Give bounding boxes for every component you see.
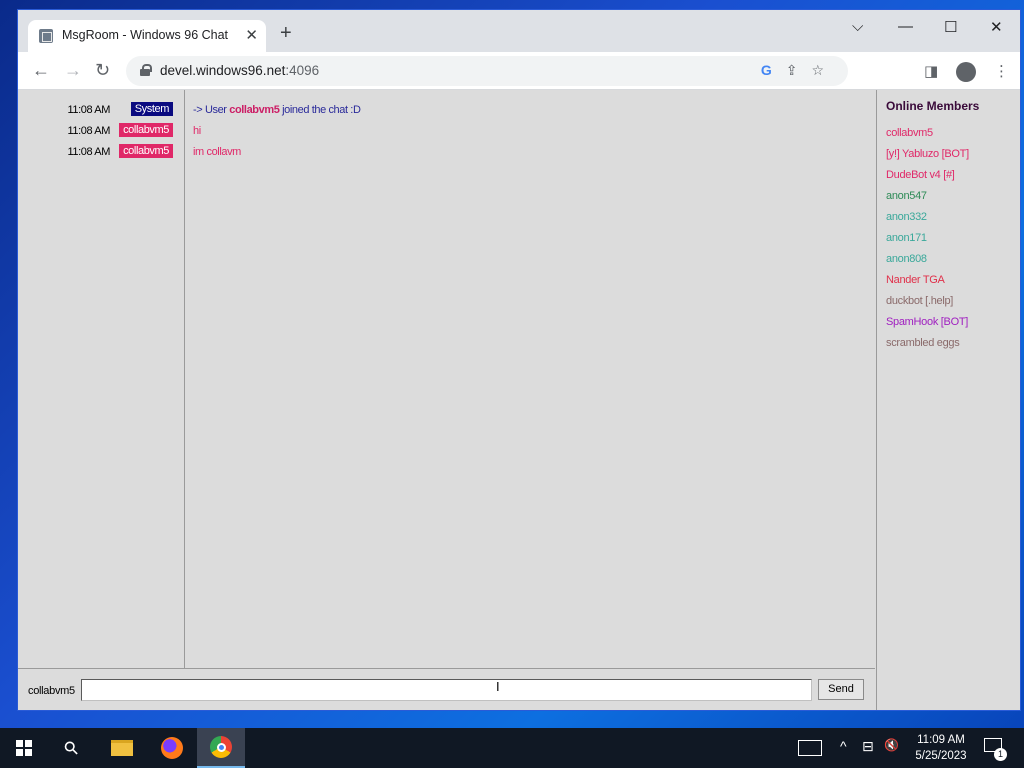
taskbar: ⚲ ^ ⊟ 🔇 11:09 AM 5/25/2023 1 [0, 728, 1024, 768]
member-item[interactable]: anon808 [886, 253, 927, 265]
message-row: 11:08 AM System -> User collabvm5 joined… [18, 100, 875, 121]
member-item[interactable]: [y!] Yabluzo [BOT] [886, 148, 969, 160]
share-icon[interactable]: ⇪ [786, 62, 812, 78]
profile-avatar[interactable] [956, 62, 976, 82]
new-tab-button[interactable]: + [280, 23, 292, 43]
windows-logo-icon [16, 740, 32, 756]
message-row: 11:08 AM collabvm5 im collavm [18, 142, 875, 163]
notification-badge: 1 [994, 748, 1007, 761]
google-lens-icon[interactable]: G [761, 62, 786, 78]
network-icon[interactable]: ⊟ [862, 738, 874, 755]
member-item[interactable]: scrambled eggs [886, 337, 960, 349]
member-item[interactable]: collabvm5 [886, 127, 933, 139]
site-favicon-icon [39, 29, 53, 43]
message-input-bar: collabvm5 Send I [18, 668, 875, 710]
browser-window: MsgRoom - Windows 96 Chat ✕ + ⌵ — ☐ ✕ ← … [18, 10, 1020, 710]
message-log-divider [184, 90, 185, 668]
side-panel-icon[interactable]: ◨ [924, 62, 938, 80]
omnibox-actions: G⇪☆ [761, 62, 838, 79]
message-nick-badge[interactable]: collabvm5 [119, 144, 173, 158]
member-item[interactable]: anon171 [886, 232, 927, 244]
tray-chevron-icon[interactable]: ^ [840, 738, 847, 754]
browser-toolbar: ← → ↻ devel.windows96.net:4096 G⇪☆ ◨ ⋮ [18, 52, 1020, 90]
browser-menu-icon[interactable]: ⋮ [994, 62, 1009, 80]
back-button[interactable]: ← [32, 60, 50, 81]
clock-date: 5/25/2023 [915, 750, 967, 762]
folder-icon [111, 740, 133, 756]
start-button[interactable] [0, 728, 48, 768]
message-text: -> User collabvm5 joined the chat :D [193, 104, 361, 116]
url-text[interactable]: devel.windows96.net:4096 [160, 63, 319, 78]
message-log: 11:08 AM System -> User collabvm5 joined… [18, 90, 875, 668]
search-icon: ⚲ [59, 735, 84, 760]
member-item[interactable]: anon547 [886, 190, 927, 202]
tab-msgroom[interactable]: MsgRoom - Windows 96 Chat ✕ [28, 20, 266, 52]
chat-page: 11:08 AM System -> User collabvm5 joined… [18, 90, 1020, 710]
members-title: Online Members [886, 99, 980, 113]
message-time: 11:08 AM [67, 125, 111, 137]
search-button[interactable]: ⚲ [48, 728, 96, 768]
current-nick-label[interactable]: collabvm5 [28, 685, 75, 697]
bookmark-star-icon[interactable]: ☆ [811, 62, 838, 78]
forward-button[interactable]: → [64, 60, 82, 81]
address-bar[interactable]: devel.windows96.net:4096 G⇪☆ [126, 56, 848, 86]
tab-title: MsgRoom - Windows 96 Chat [62, 28, 229, 42]
taskbar-file-explorer[interactable] [98, 728, 146, 768]
lock-icon[interactable] [140, 64, 152, 76]
member-item[interactable]: SpamHook [BOT] [886, 316, 968, 328]
online-members-panel: Online Members collabvm5 [y!] Yabluzo [B… [876, 90, 1020, 710]
taskbar-firefox[interactable] [148, 728, 196, 768]
chrome-icon [210, 736, 232, 758]
member-item[interactable]: anon332 [886, 211, 927, 223]
message-text: im collavm [193, 146, 241, 158]
tab-search-dropdown-icon[interactable]: ⌵ [852, 18, 863, 35]
message-nick-badge[interactable]: System [130, 102, 173, 116]
tab-close-icon[interactable]: ✕ [245, 26, 258, 44]
firefox-icon [161, 737, 183, 759]
close-window-button[interactable]: ✕ [990, 18, 1003, 36]
taskbar-clock[interactable]: 11:09 AM 5/25/2023 [906, 732, 976, 764]
taskbar-chrome[interactable] [197, 728, 245, 768]
message-time: 11:08 AM [67, 146, 111, 158]
message-text: hi [193, 125, 201, 137]
member-item[interactable]: duckbot [.help] [886, 295, 953, 307]
browser-titlebar: MsgRoom - Windows 96 Chat ✕ + ⌵ — ☐ ✕ [18, 10, 1020, 52]
maximize-button[interactable]: ☐ [944, 18, 957, 36]
minimize-button[interactable]: — [898, 18, 913, 35]
news-widget-icon[interactable] [798, 740, 822, 756]
reload-button[interactable]: ↻ [95, 60, 110, 81]
member-item[interactable]: Nander TGA [886, 274, 945, 286]
message-row: 11:08 AM collabvm5 hi [18, 121, 875, 142]
send-button[interactable]: Send [818, 679, 864, 700]
message-input[interactable] [81, 679, 812, 701]
clock-time: 11:09 AM [917, 734, 965, 746]
text-cursor-icon: I [496, 679, 500, 694]
member-item[interactable]: DudeBot v4 [#] [886, 169, 955, 181]
message-time: 11:08 AM [67, 104, 111, 116]
volume-muted-icon[interactable]: 🔇 [884, 738, 899, 752]
message-nick-badge[interactable]: collabvm5 [119, 123, 173, 137]
